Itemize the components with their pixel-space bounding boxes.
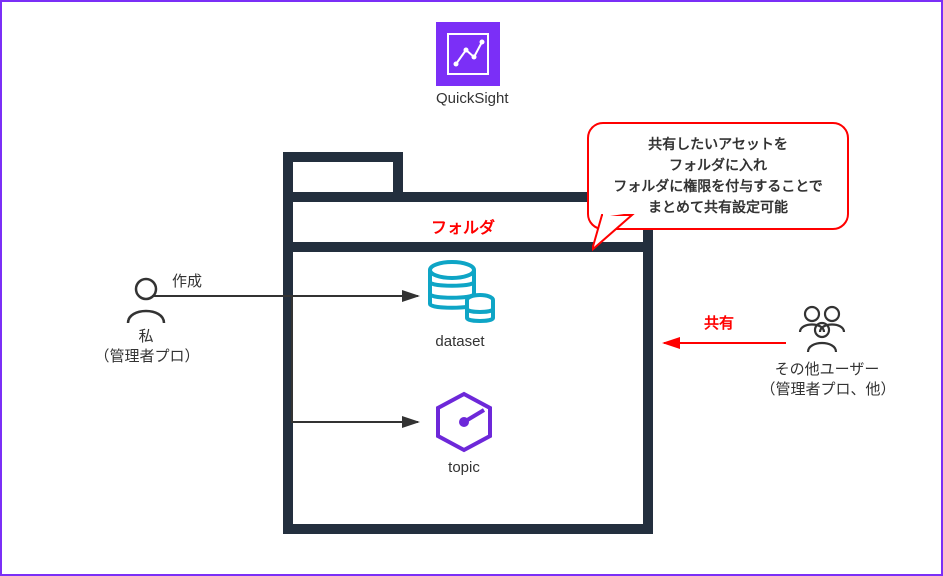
callout-line3: フォルダに権限を付与することで (607, 176, 829, 197)
user-others-name: その他ユーザー (762, 360, 892, 380)
users-icon (792, 304, 852, 356)
dataset-label: dataset (424, 333, 496, 350)
share-arrow (660, 335, 790, 351)
quicksight-label: QuickSight (436, 90, 509, 107)
user-others (792, 304, 852, 356)
topic-icon (432, 390, 496, 454)
share-label: 共有 (704, 312, 734, 333)
quicksight-icon (436, 22, 500, 86)
create-arrows (152, 264, 432, 444)
quicksight-block: QuickSight (436, 22, 509, 107)
topic-block: topic (432, 390, 496, 476)
callout-line2: フォルダに入れ (607, 155, 829, 176)
create-label: 作成 (172, 270, 202, 291)
user-others-role: （管理者プロ、他） (748, 380, 908, 400)
diagram-canvas: { "quicksight": { "label": "QuickSight" … (0, 0, 943, 576)
callout-line4: まとめて共有設定可能 (607, 197, 829, 218)
database-icon (424, 260, 496, 328)
dataset-block: dataset (424, 260, 496, 350)
callout-line1: 共有したいアセットを (607, 134, 829, 155)
topic-label: topic (432, 459, 496, 476)
folder-label: フォルダ (427, 214, 499, 238)
